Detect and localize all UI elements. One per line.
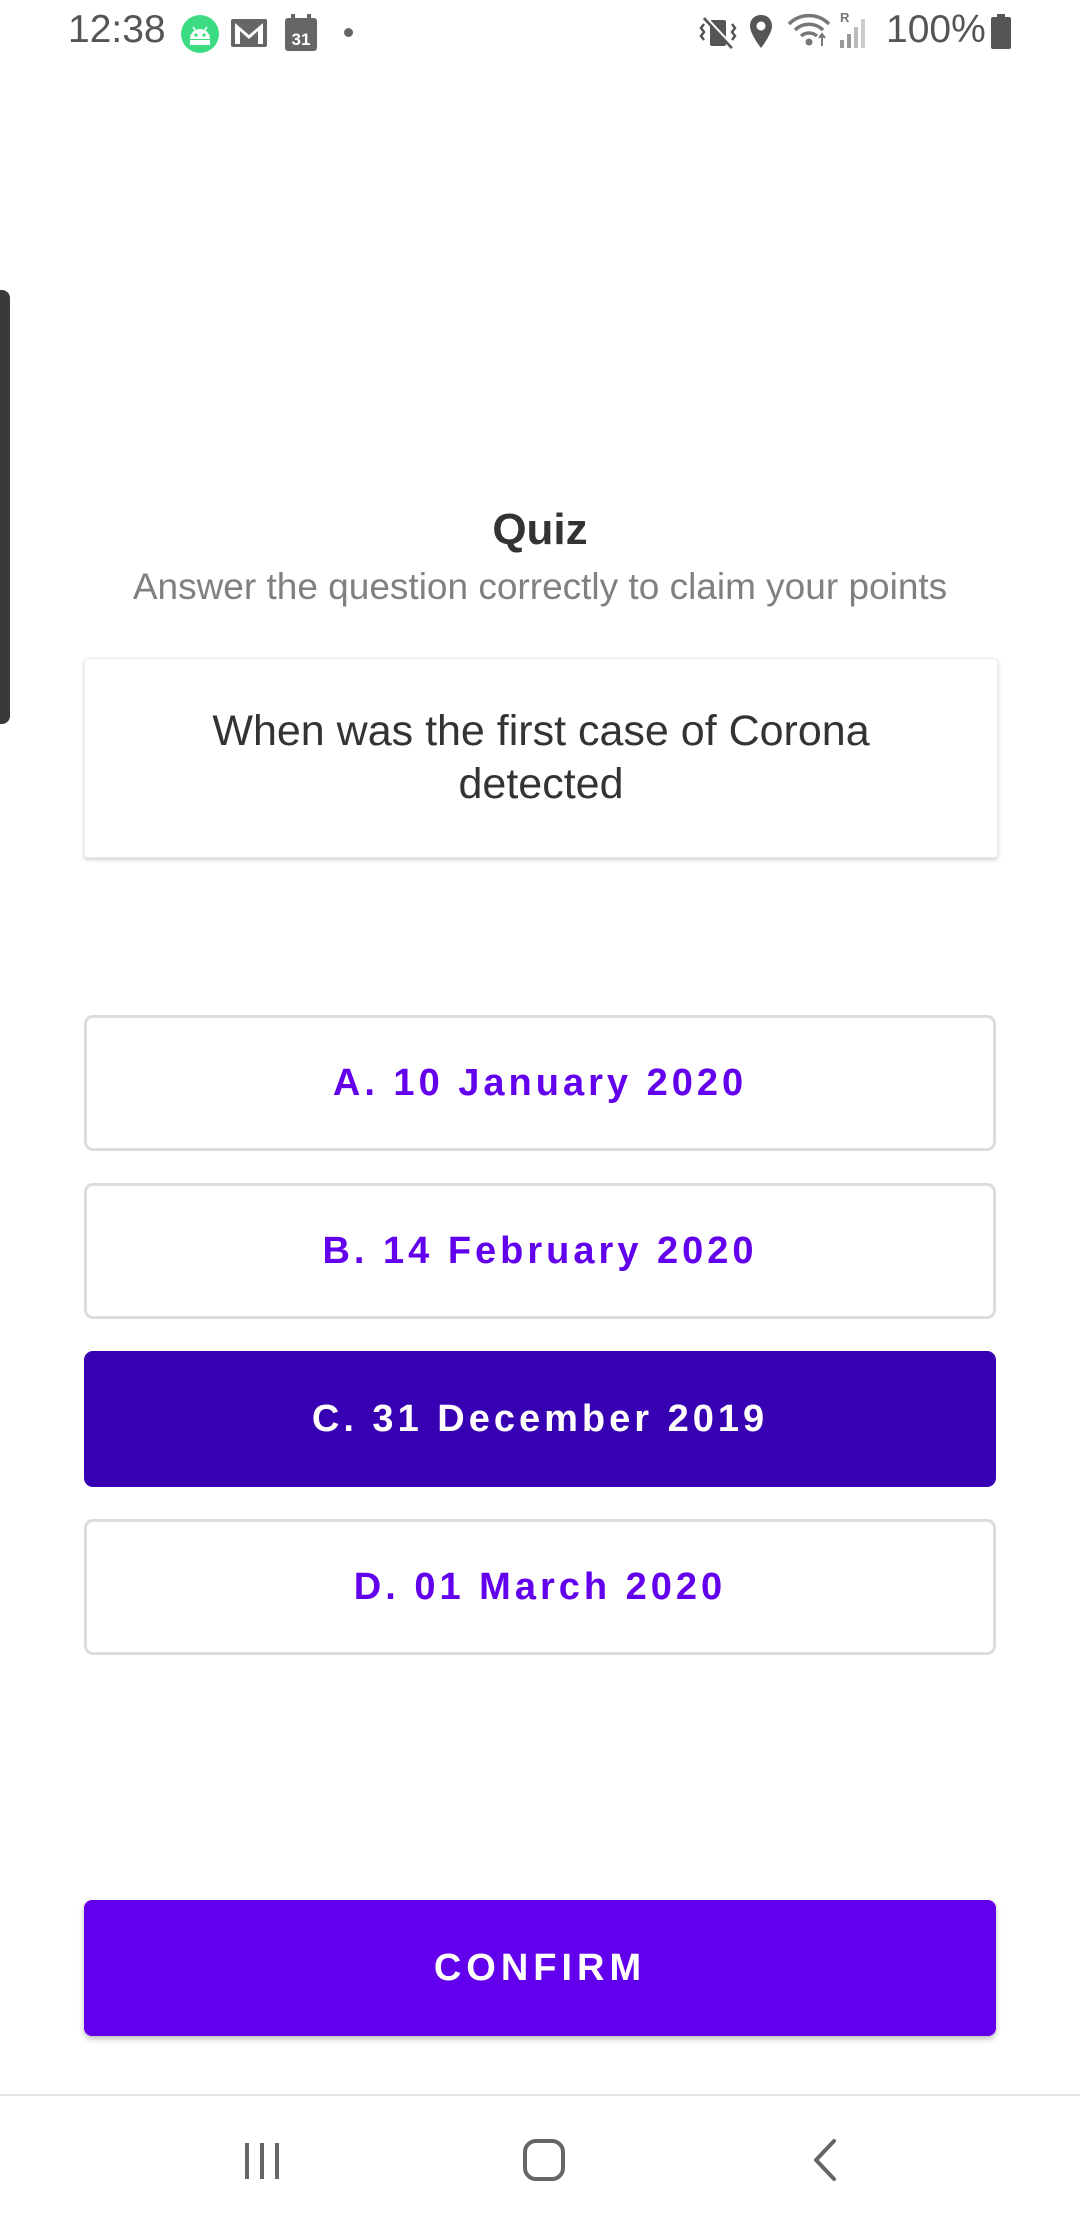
battery-icon <box>990 14 1012 55</box>
vibrate-mute-icon <box>698 14 738 57</box>
battery-percentage: 100% <box>886 8 986 51</box>
option-b-button[interactable]: B. 14 February 2020 <box>84 1183 996 1319</box>
signal-icon: R <box>836 10 872 55</box>
option-c-button[interactable]: C. 31 December 2019 <box>84 1351 996 1487</box>
option-b-label: B. 14 February 2020 <box>322 1229 758 1272</box>
question-text: When was the first case of Corona detect… <box>212 707 870 808</box>
gmail-icon <box>230 16 268 55</box>
quiz-subtitle: Answer the question correctly to claim y… <box>132 566 948 607</box>
calendar-icon: 31 <box>284 14 318 57</box>
location-icon <box>748 14 774 55</box>
option-d-button[interactable]: D. 01 March 2020 <box>84 1519 996 1655</box>
roaming-label: R <box>840 10 850 25</box>
option-d-label: D. 01 March 2020 <box>353 1565 727 1608</box>
home-icon[interactable] <box>504 2124 584 2194</box>
status-bar: 12:38 31 R 100% <box>0 0 1080 66</box>
quiz-title: Quiz <box>492 505 588 554</box>
option-c-label: C. 31 December 2019 <box>311 1397 769 1440</box>
status-time: 12:38 <box>68 8 166 51</box>
question-card: When was the first case of Corona detect… <box>84 658 998 858</box>
navigation-bar <box>0 2096 1080 2220</box>
back-icon[interactable] <box>786 2124 866 2194</box>
calendar-day: 31 <box>292 30 311 49</box>
wifi-icon <box>786 12 832 53</box>
confirm-button[interactable]: CONFIRM <box>84 1900 996 2036</box>
option-a-button[interactable]: A. 10 January 2020 <box>84 1015 996 1151</box>
notification-dot <box>344 28 353 37</box>
recent-apps-icon[interactable] <box>222 2124 302 2194</box>
android-icon <box>180 14 220 59</box>
option-a-label: A. 10 January 2020 <box>332 1061 748 1104</box>
